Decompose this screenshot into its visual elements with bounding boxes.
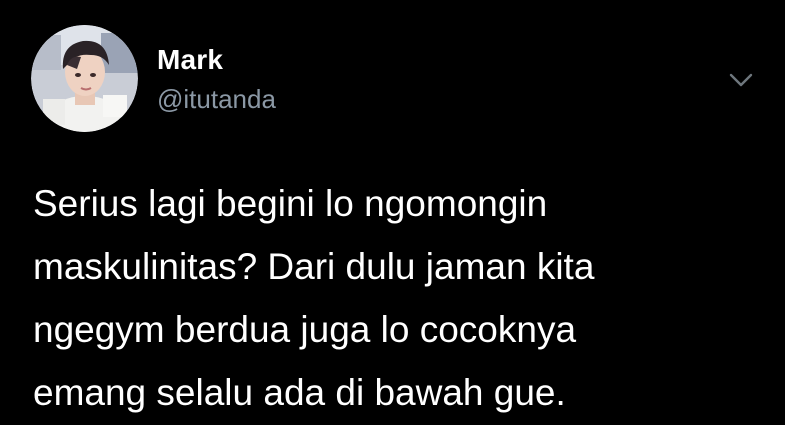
tweet-menu-button[interactable] — [725, 64, 757, 96]
author-display-name[interactable]: Mark — [157, 44, 223, 76]
author-handle[interactable]: @itutanda — [157, 84, 276, 115]
avatar-photo-icon — [31, 25, 138, 132]
tweet-text-line: maskulinitas? Dari dulu jaman kita — [33, 246, 595, 287]
tweet-body: Serius lagi begini lo ngomongin maskulin… — [33, 172, 733, 424]
tweet-text-line: ngegym berdua juga lo cocoknya — [33, 309, 577, 350]
tweet-card: Mark @itutanda Serius lagi begini lo ngo… — [0, 0, 785, 425]
author-avatar[interactable] — [31, 25, 138, 132]
tweet-text-line: Serius lagi begini lo ngomongin — [33, 183, 548, 224]
tweet-text-line: emang selalu ada di bawah gue. — [33, 372, 566, 413]
chevron-down-icon — [729, 73, 753, 87]
